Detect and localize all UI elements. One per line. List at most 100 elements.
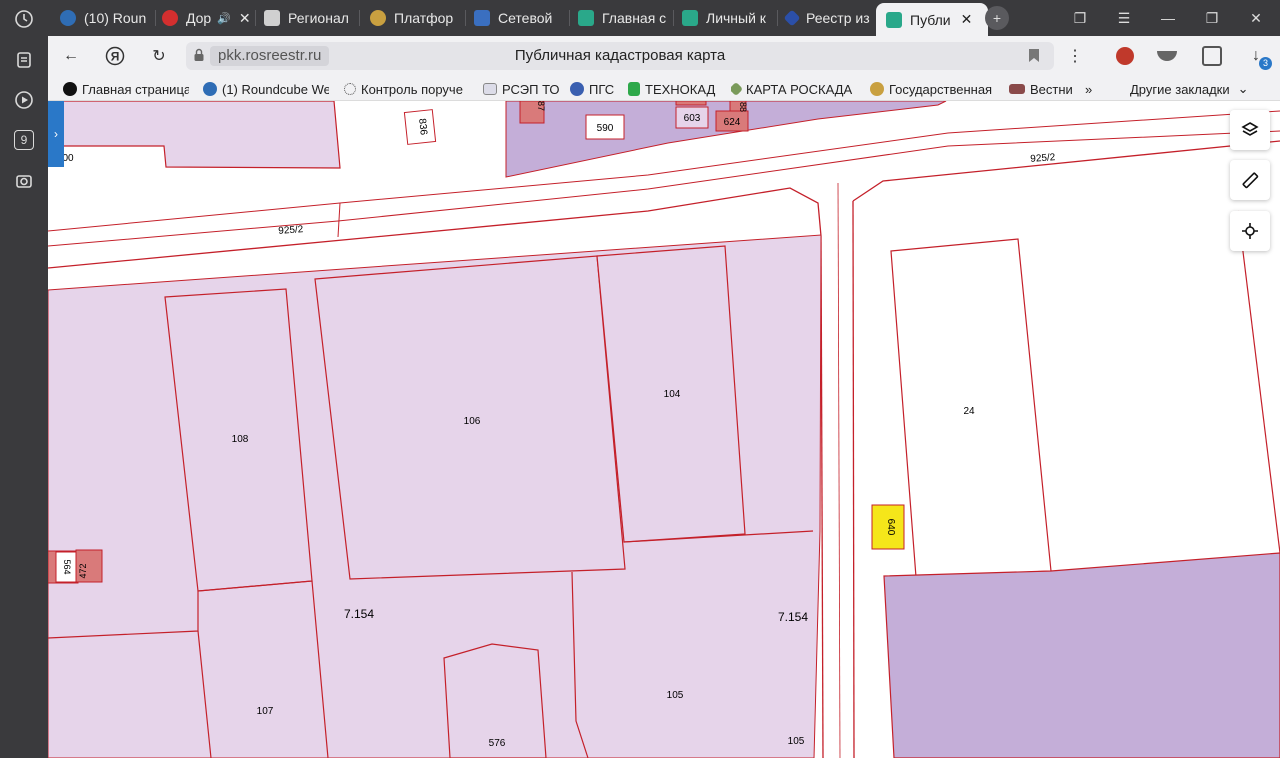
parcel-label: 7.154 [344, 607, 374, 621]
minimize-icon[interactable]: — [1156, 6, 1180, 30]
bookmark-item[interactable]: (1) Roundcube We [203, 80, 329, 98]
more-bookmarks-icon[interactable]: » [1085, 80, 1099, 98]
tab-label: (10) Roun [84, 10, 147, 26]
bookmark-item[interactable]: ТЕХНОКАД [628, 80, 720, 98]
tab-favicon-icon [162, 10, 178, 26]
tab-dor[interactable]: Дор 🔊 ✕ [158, 3, 256, 33]
new-tab-icon[interactable]: + [985, 6, 1009, 30]
screenshot-icon[interactable] [12, 169, 36, 193]
bookmark-label: ТЕХНОКАД [645, 81, 716, 97]
parcel[interactable] [48, 101, 341, 169]
layers-icon [1241, 122, 1259, 136]
road-boundary [337, 202, 341, 238]
rosreestr-icon [886, 11, 902, 28]
bookmark-item[interactable]: РСЭП ТО [483, 80, 563, 98]
bookmark-item[interactable]: Главная страница [63, 80, 189, 98]
tab-network[interactable]: Сетевой [470, 3, 570, 33]
downloads-icon[interactable]: ↓ 3 [1244, 44, 1272, 70]
video-icon[interactable] [12, 88, 36, 112]
side-panel-toggle[interactable]: › [48, 101, 64, 167]
bookmark-icon[interactable] [1028, 48, 1040, 68]
tab-public-map[interactable]: Публи ✕ [876, 3, 988, 36]
badge-counter-icon[interactable]: 9 [12, 128, 36, 152]
tab-main[interactable]: Главная с [574, 3, 674, 33]
map-icon [731, 81, 744, 97]
tab-registry[interactable]: Реестр из [782, 3, 876, 33]
close-window-icon[interactable]: ✕ [1244, 6, 1268, 30]
parcel-label: 564 [62, 559, 72, 574]
parcel-label: 00 [62, 153, 74, 164]
loading-icon [344, 83, 356, 95]
building[interactable] [675, 101, 707, 106]
tab-label: Публи [910, 11, 951, 28]
bookmark-label: Государственная [889, 81, 993, 97]
parcel-label: 107 [257, 706, 274, 717]
tab-personal[interactable]: Личный к [678, 3, 778, 33]
address-bar[interactable]: pkk.rosreestr.ru Публичная кадастровая к… [186, 42, 1054, 70]
tab-label: Реестр из [806, 10, 870, 26]
road-boundary [852, 200, 855, 758]
parcel-label: 925/2 [278, 224, 304, 237]
extension-icon[interactable] [1200, 44, 1224, 68]
emblem-icon [870, 82, 884, 96]
tab-regional[interactable]: Регионал [260, 3, 360, 33]
bookmark-label: ПГС [589, 81, 615, 97]
layers-button[interactable] [1230, 110, 1270, 150]
restore-icon[interactable]: ❐ [1200, 6, 1224, 30]
parcel-label: 105 [667, 690, 684, 701]
car-icon [1009, 84, 1025, 94]
browser-sidebar: 9 [0, 0, 48, 758]
tab-label: Главная с [602, 10, 667, 26]
measure-button[interactable] [1230, 160, 1270, 200]
parcel-label: 106 [464, 416, 481, 427]
parcel-label: 590 [597, 123, 614, 134]
roundcube-icon [203, 82, 217, 96]
bookmark-label: (1) Roundcube We [222, 81, 329, 97]
parcel-label: 472 [78, 563, 88, 578]
back-icon[interactable]: ← [59, 44, 83, 68]
map-canvas[interactable]: 836 590 603 624 87 88 00 925/2 925/2 106… [48, 101, 1280, 758]
bookmark-item[interactable]: Государственная [870, 80, 996, 98]
extension-icon[interactable] [1113, 44, 1137, 68]
more-vertical-icon[interactable]: ⋮ [1063, 44, 1087, 68]
bookmark-item[interactable]: КАРТА РОСКАДА [731, 80, 857, 98]
cadastral-map[interactable]: 836 590 603 624 87 88 00 925/2 925/2 106… [48, 101, 1280, 758]
bookmarks-bar: Главная страница (1) Roundcube We Контро… [48, 76, 1280, 101]
tab-strip: (10) Roun Дор 🔊 ✕ Регионал Платфор Сетев… [48, 0, 1280, 36]
registry-icon [783, 9, 801, 27]
parcel-label: 576 [489, 738, 506, 749]
yandex-icon[interactable]: Я [103, 44, 127, 68]
collections-icon[interactable] [12, 48, 36, 72]
parcel[interactable] [883, 552, 1280, 758]
parcel-label: 88 [738, 102, 748, 112]
locate-button[interactable] [1230, 211, 1270, 251]
extension-icon[interactable] [1155, 44, 1179, 68]
svg-text:Я: Я [111, 50, 120, 64]
parcel-label: 104 [664, 389, 681, 400]
close-icon[interactable]: ✕ [239, 10, 251, 27]
other-bookmarks[interactable]: Другие закладки ⌄ [1130, 80, 1260, 98]
bookmark-item[interactable]: ПГС [570, 80, 620, 98]
eagle-emblem-icon [370, 10, 386, 26]
tab-label: Сетевой [498, 10, 553, 26]
reload-icon[interactable]: ↻ [147, 44, 171, 68]
sidebar-badge: 9 [14, 130, 34, 150]
bookmark-item[interactable]: Вестни [1009, 80, 1073, 98]
ruler-icon [1242, 172, 1259, 189]
audio-playing-icon[interactable]: 🔊 [217, 12, 231, 25]
tab-label: Платфор [394, 10, 454, 26]
close-icon[interactable]: ✕ [961, 11, 973, 28]
menu-icon[interactable]: ☰ [1112, 6, 1136, 30]
technokad-icon [628, 82, 640, 96]
eagle-emblem-icon [570, 82, 584, 96]
parcel-label: 925/2 [1030, 152, 1056, 165]
bookmark-label: Контроль поруче [361, 81, 463, 97]
downloads-badge: 3 [1259, 57, 1272, 70]
history-icon[interactable] [12, 7, 36, 31]
bookmark-label: Главная страница [82, 81, 189, 97]
tab-platform[interactable]: Платфор [366, 3, 466, 33]
tab-roundcube[interactable]: (10) Roun [56, 3, 156, 33]
bookmarks-panel-icon[interactable]: ❐ [1068, 6, 1092, 30]
tab-label: Дор [186, 10, 212, 26]
bookmark-item[interactable]: Контроль поруче [344, 80, 468, 98]
